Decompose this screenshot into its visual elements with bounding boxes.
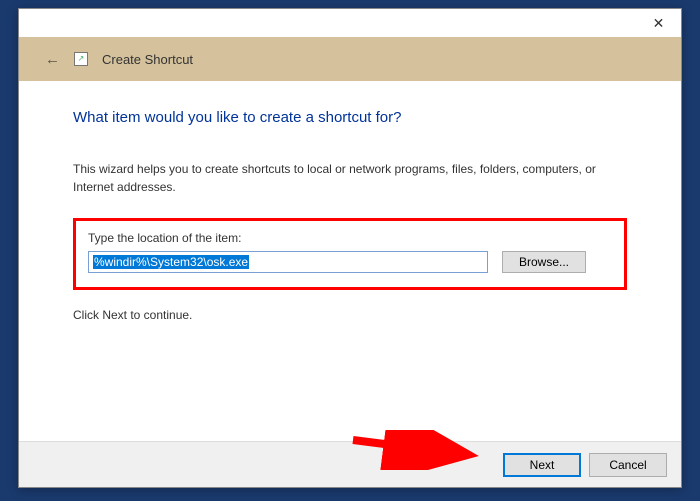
continue-text: Click Next to continue. xyxy=(73,308,627,322)
description-text: This wizard helps you to create shortcut… xyxy=(73,160,627,196)
create-shortcut-dialog: ✕ ← ↗ Create Shortcut What item would yo… xyxy=(18,8,682,488)
cancel-button[interactable]: Cancel xyxy=(589,453,667,477)
next-button[interactable]: Next xyxy=(503,453,581,477)
annotation-highlight-box: Type the location of the item: %windir%\… xyxy=(73,218,627,290)
dialog-footer: Next Cancel xyxy=(19,441,681,487)
browse-button[interactable]: Browse... xyxy=(502,251,586,273)
input-row: %windir%\System32\osk.exe Browse... xyxy=(88,251,612,273)
dialog-title: Create Shortcut xyxy=(102,52,193,67)
close-button[interactable]: ✕ xyxy=(636,9,681,37)
location-input[interactable]: %windir%\System32\osk.exe xyxy=(88,251,488,273)
dialog-content: What item would you like to create a sho… xyxy=(19,81,681,322)
close-icon: ✕ xyxy=(653,15,665,32)
page-question: What item would you like to create a sho… xyxy=(73,109,627,126)
titlebar: ✕ xyxy=(19,9,681,37)
dialog-header: ← ↗ Create Shortcut xyxy=(19,37,681,81)
shortcut-icon: ↗ xyxy=(74,52,88,66)
location-input-selection: %windir%\System32\osk.exe xyxy=(93,255,249,269)
back-arrow-icon[interactable]: ← xyxy=(45,51,60,68)
location-label: Type the location of the item: xyxy=(88,231,612,245)
